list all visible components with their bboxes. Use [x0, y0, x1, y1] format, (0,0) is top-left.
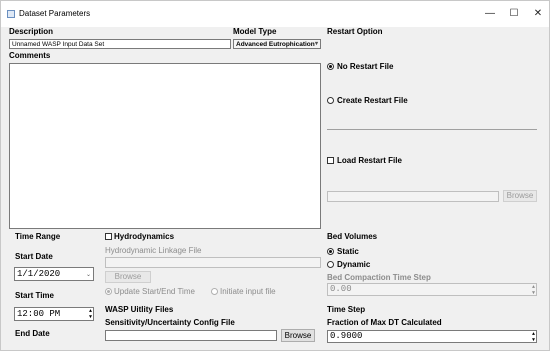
- model-type-select[interactable]: Advanced Eutrophication ▾: [233, 39, 321, 49]
- time-step-label: Time Step: [327, 305, 366, 314]
- load-restart-checkbox[interactable]: [327, 157, 334, 164]
- static-label: Static: [337, 247, 359, 256]
- utility-files-label: WASP Uitlity Files: [105, 305, 174, 314]
- window-title: Dataset Parameters: [19, 9, 91, 18]
- model-type-label: Model Type: [233, 27, 277, 36]
- chevron-down-icon: ⌄: [85, 271, 91, 278]
- linkage-browse-button[interactable]: Browse: [105, 271, 151, 283]
- chevron-down-icon: ▾: [314, 41, 318, 47]
- time-range-label: Time Range: [15, 232, 61, 241]
- load-restart-label: Load Restart File: [337, 156, 402, 165]
- comments-textarea[interactable]: [9, 63, 321, 229]
- compaction-step-input[interactable]: 0.00 ▲ ▼: [327, 283, 537, 296]
- linkage-file-label: Hydrodynamic Linkage File: [105, 246, 202, 255]
- start-date-value: 1/1/2020: [17, 269, 61, 279]
- no-restart-label: No Restart File: [337, 62, 394, 71]
- comments-label: Comments: [9, 51, 51, 60]
- dataset-parameters-window: Dataset Parameters — ☐ ✕ Description Unn…: [0, 0, 550, 351]
- description-input[interactable]: Unnamed WASP Input Data Set: [9, 39, 231, 49]
- end-date-label: End Date: [15, 329, 50, 338]
- linkage-file-input[interactable]: [105, 257, 321, 268]
- description-label: Description: [9, 27, 54, 36]
- start-date-picker[interactable]: 1/1/2020 ⌄: [14, 267, 94, 281]
- spinner-icon[interactable]: ▲ ▼: [532, 284, 535, 295]
- initiate-input-label: Initiate input file: [220, 287, 276, 296]
- restart-divider: [327, 129, 537, 130]
- restart-file-input[interactable]: [327, 191, 499, 202]
- restart-option-label: Restart Option: [327, 27, 383, 36]
- compaction-step-value: 0.00: [330, 284, 352, 294]
- bed-volumes-label: Bed Volumes: [327, 232, 378, 241]
- create-restart-radio[interactable]: [327, 97, 334, 104]
- model-type-value: Advanced Eutrophication: [236, 41, 315, 48]
- fraction-max-dt-value: 0.9000: [330, 331, 363, 341]
- spinner-icon[interactable]: ▲ ▼: [89, 308, 92, 320]
- sensitivity-config-label: Sensitivity/Uncertainty Config File: [105, 318, 235, 327]
- sensitivity-browse-button[interactable]: Browse: [281, 329, 315, 342]
- start-time-label: Start Time: [15, 291, 54, 300]
- spinner-icon[interactable]: ▲ ▼: [532, 331, 535, 342]
- restart-browse-button[interactable]: Browse: [503, 190, 537, 202]
- title-bar: Dataset Parameters — ☐ ✕: [1, 1, 549, 27]
- initiate-input-radio[interactable]: [211, 288, 218, 295]
- no-restart-radio[interactable]: [327, 63, 334, 70]
- static-radio[interactable]: [327, 248, 334, 255]
- fraction-max-dt-label: Fraction of Max DT Calculated: [327, 318, 442, 327]
- compaction-step-label: Bed Compaction Time Step: [327, 273, 431, 282]
- dynamic-radio[interactable]: [327, 261, 334, 268]
- hydrodynamics-checkbox[interactable]: [105, 233, 112, 240]
- start-date-label: Start Date: [15, 252, 53, 261]
- dynamic-label: Dynamic: [337, 260, 371, 269]
- sensitivity-config-input[interactable]: [105, 330, 277, 341]
- app-icon: [7, 10, 15, 18]
- fraction-max-dt-input[interactable]: 0.9000 ▲ ▼: [327, 330, 537, 343]
- hydrodynamics-label: Hydrodynamics: [114, 232, 175, 241]
- start-time-picker[interactable]: 12:00 PM ▲ ▼: [14, 307, 94, 321]
- close-button[interactable]: ✕: [523, 4, 550, 24]
- update-start-end-label: Update Start/End Time: [114, 287, 195, 296]
- create-restart-label: Create Restart File: [337, 96, 408, 105]
- update-start-end-radio[interactable]: [105, 288, 112, 295]
- start-time-value: 12:00 PM: [17, 309, 61, 319]
